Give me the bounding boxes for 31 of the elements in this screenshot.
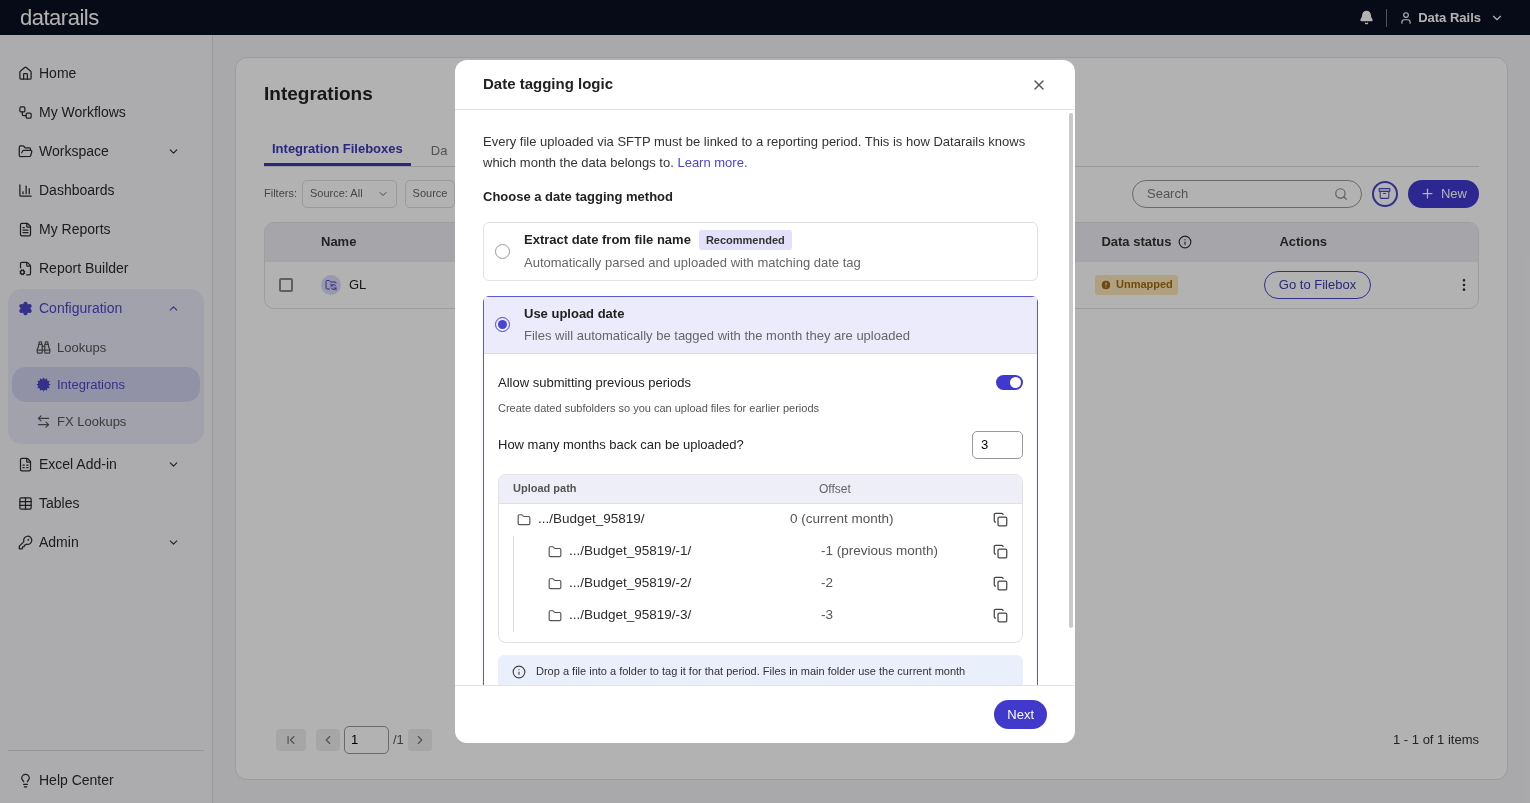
table-cell-text: GL	[349, 275, 368, 294]
offset-value: -3	[821, 606, 834, 625]
column-header: Offset	[819, 480, 851, 498]
months-label: How many months back can be uploaded?	[498, 435, 745, 454]
status-badge: Unmapped	[1095, 274, 1178, 295]
toggle-hint: Create dated subfolders so you can upload files for earlier periods	[498, 401, 821, 416]
upload-path: .../Budget_95819/-2/	[569, 574, 693, 593]
info-text: Drop a file into a folder to tag it for that period. Files in main folder use the current month	[536, 664, 966, 680]
dialog-title: Date tagging logic	[483, 74, 614, 95]
page-title: Integrations	[264, 82, 373, 106]
page-total: /1	[393, 731, 404, 750]
intro-text: Every file uploaded via SFTP must be linked to a reporting period. This is how Datarails knows which month the data belongs to. Learn more.	[483, 133, 1027, 172]
option-description: Files will automatically be tagged with the month they are uploaded	[524, 327, 910, 345]
filters-label: Filters:	[264, 186, 297, 202]
upload-path: .../Budget_95819/	[538, 510, 646, 529]
column-header: Actions	[1279, 233, 1328, 252]
option-title: Use upload date	[524, 304, 625, 323]
option-description: Automatically parsed and uploaded with matching date tag	[524, 254, 861, 272]
items-range: 1 - 1 of 1 items	[1393, 731, 1479, 750]
column-header: Upload path	[513, 481, 578, 497]
recommended-badge: Recommended	[698, 229, 792, 250]
section-heading: Choose a date tagging method	[483, 188, 674, 206]
offset-value: -2	[821, 574, 834, 593]
upload-path: .../Budget_95819/-1/	[569, 542, 693, 561]
offset-value: -1 (previous month)	[821, 542, 940, 561]
toggle-label: Allow submitting previous periods	[498, 373, 692, 392]
offset-value: 0 (current month)	[790, 510, 895, 529]
upload-path: .../Budget_95819/-3/	[569, 606, 693, 625]
column-header: Name	[321, 233, 357, 252]
column-header: Data status	[1101, 232, 1280, 252]
option-title: Extract date from file name	[524, 231, 691, 249]
